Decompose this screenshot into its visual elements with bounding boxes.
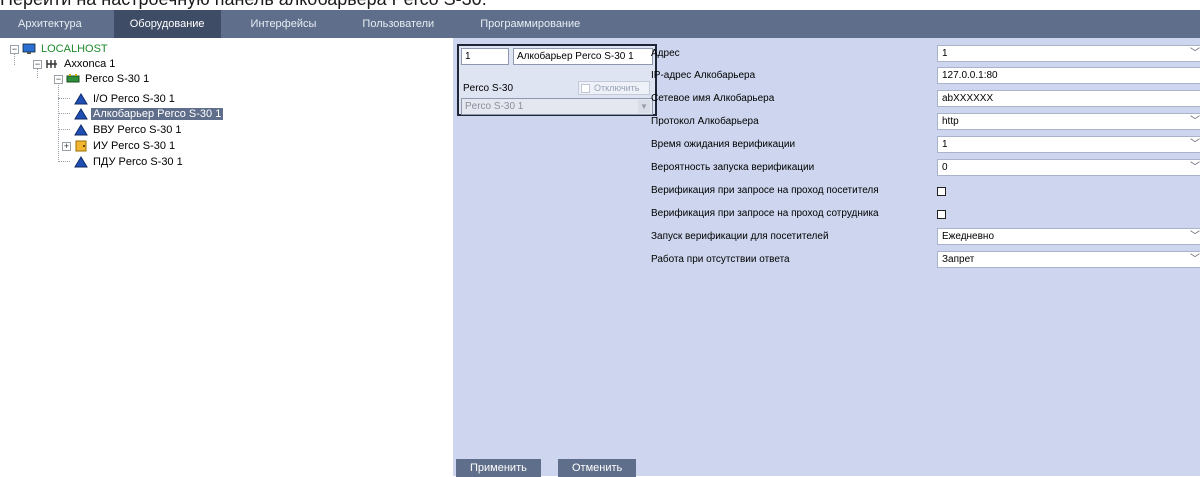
dropdown-arrow-icon: ▼ [638, 100, 650, 113]
tree-node-localhost[interactable]: − LOCALHOST [10, 42, 110, 56]
tree-node-alcobarrier[interactable]: Алкобарьер Perco S-30 1 [74, 107, 224, 121]
tab-programming[interactable]: Программирование [464, 10, 596, 38]
no-response-select[interactable]: Запрет ﹀ [937, 251, 1200, 268]
tree-connector [58, 161, 70, 162]
tree-node-pdu[interactable]: ПДУ Perco S-30 1 [74, 155, 185, 169]
timeout-value: 1 [942, 139, 948, 150]
triangle-device-icon [74, 93, 88, 105]
collapse-icon[interactable]: − [33, 59, 42, 69]
object-id-field[interactable]: 1 [461, 48, 509, 65]
object-name-field[interactable]: Алкобарьер Perco S-30 1 [513, 48, 653, 65]
object-tree: − LOCALHOST − Axxonсa 1 − Perco S-30 1 I… [0, 38, 453, 476]
panel-footer: Применить Отменить [453, 456, 1200, 477]
tree-node-label: Axxonсa 1 [64, 58, 116, 70]
tree-node-label: ПДУ Perco S-30 1 [93, 156, 183, 168]
tree-node-label: LOCALHOST [41, 43, 108, 55]
tree-node-label: Perco S-30 1 [85, 73, 150, 85]
tab-users[interactable]: Пользователи [346, 10, 450, 38]
prop-label-address: Адрес [651, 48, 680, 59]
checkbox-icon [581, 83, 590, 93]
protocol-value: http [942, 116, 959, 127]
collapse-icon[interactable]: − [10, 44, 19, 54]
computer-icon [22, 43, 36, 55]
ip-address-input[interactable]: 127.0.0.1:80 [937, 67, 1200, 84]
address-select[interactable]: 1 ﹀ [937, 45, 1200, 62]
prop-label-employee-verification: Верификация при запросе на проход сотруд… [651, 208, 879, 219]
employee-verification-checkbox[interactable] [937, 210, 946, 219]
tree-node-iu[interactable]: + ИУ Perco S-30 1 [62, 139, 177, 153]
chevron-down-icon: ﹀ [1190, 48, 1200, 59]
main-tab-bar: Архитектура Оборудование Интерфейсы Поль… [0, 10, 1200, 38]
timeout-select[interactable]: 1 ﹀ [937, 136, 1200, 153]
tab-equipment[interactable]: Оборудование [113, 10, 221, 38]
prop-label-ip: IP-адрес Алкобарьера [651, 70, 756, 81]
triangle-device-icon [74, 156, 88, 168]
probability-value: 0 [942, 162, 948, 173]
probability-select[interactable]: 0 ﹀ [937, 159, 1200, 176]
tree-node-label: ИУ Perco S-30 1 [93, 140, 176, 152]
address-value: 1 [942, 48, 948, 59]
tab-architecture[interactable]: Архитектура [0, 10, 98, 38]
chevron-down-icon: ﹀ [1190, 139, 1200, 150]
disable-checkbox[interactable]: Отключить [578, 81, 650, 95]
tree-node-label: I/O Perco S-30 1 [93, 93, 175, 105]
object-id-card: 1 Алкобарьер Perco S-30 1 Perco S-30 Отк… [457, 44, 657, 116]
disable-checkbox-label: Отключить [594, 83, 640, 93]
tree-node-label: Алкобарьер Perco S-30 1 [91, 108, 224, 120]
tree-connector [58, 98, 70, 99]
chevron-down-icon: ﹀ [1190, 162, 1200, 173]
tree-node-io[interactable]: I/O Perco S-30 1 [74, 92, 177, 106]
chevron-down-icon: ﹀ [1190, 116, 1200, 127]
parent-object-value: Perco S-30 1 [465, 101, 524, 112]
apply-button[interactable]: Применить [456, 459, 541, 477]
tree-node-server[interactable]: − Axxonсa 1 [33, 57, 117, 71]
collapse-icon[interactable]: − [54, 74, 63, 84]
no-response-value: Запрет [942, 254, 975, 265]
parent-object-select: Perco S-30 1 ▼ [461, 98, 653, 115]
tree-node-label: ВВУ Perco S-30 1 [93, 124, 182, 136]
visitor-verification-checkbox[interactable] [937, 187, 946, 196]
door-folder-icon [74, 140, 88, 152]
expand-icon[interactable]: + [62, 141, 71, 151]
settings-panel: 1 Алкобарьер Perco S-30 1 Perco S-30 Отк… [453, 38, 1200, 476]
prop-label-probability: Вероятность запуска верификации [651, 162, 815, 173]
tree-node-controller[interactable]: − Perco S-30 1 [54, 72, 151, 86]
visitor-schedule-value: Ежедневно [942, 231, 995, 242]
tree-connector [58, 80, 59, 162]
document-caption: Перейти на настроечную панель алкобарьер… [0, 0, 1200, 10]
network-name-input[interactable]: abXXXXXX [937, 90, 1200, 107]
prop-label-netname: Сетевое имя Алкобарьера [651, 93, 775, 104]
controller-board-icon [66, 73, 80, 85]
prop-label-protocol: Протокол Алкобарьера [651, 116, 759, 127]
cancel-button[interactable]: Отменить [558, 459, 637, 477]
tab-interfaces[interactable]: Интерфейсы [235, 10, 333, 38]
triangle-device-icon [74, 108, 88, 120]
prop-label-visitor-schedule: Запуск верификации для посетителей [651, 231, 829, 242]
prop-label-no-response: Работа при отсутствии ответа [651, 254, 790, 265]
triangle-device-icon [74, 124, 88, 136]
visitor-schedule-select[interactable]: Ежедневно ﹀ [937, 228, 1200, 245]
prop-label-visitor-verification: Верификация при запросе на проход посети… [651, 185, 879, 196]
protocol-select[interactable]: http ﹀ [937, 113, 1200, 130]
tree-connector [58, 129, 70, 130]
prop-label-timeout: Время ожидания верификации [651, 139, 796, 150]
tree-node-vvu[interactable]: ВВУ Perco S-30 1 [74, 123, 184, 137]
network-icon [45, 58, 59, 70]
parent-type-label: Perco S-30 [463, 83, 514, 94]
chevron-down-icon: ﹀ [1190, 254, 1200, 265]
tree-connector [58, 113, 70, 114]
chevron-down-icon: ﹀ [1190, 231, 1200, 242]
